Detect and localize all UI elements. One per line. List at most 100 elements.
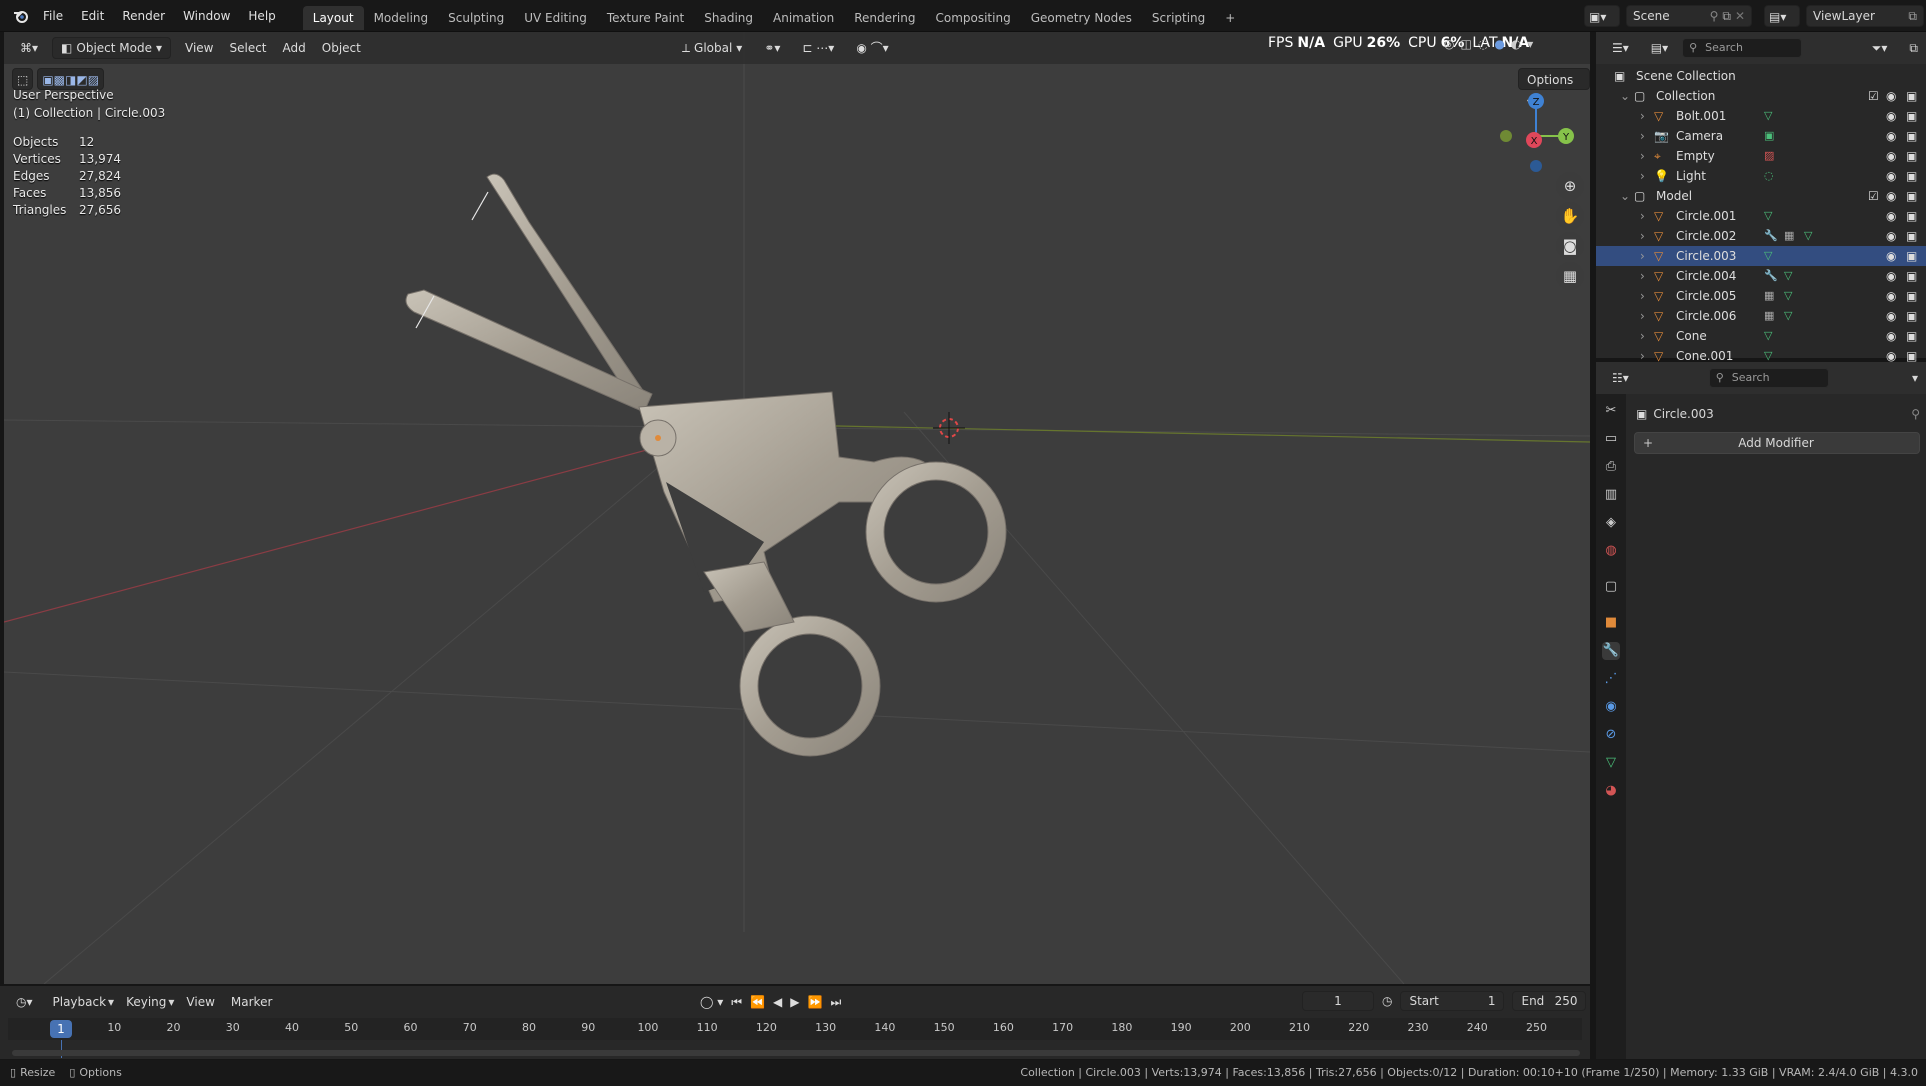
filter-icon[interactable]: ⏷▾ xyxy=(1864,37,1896,59)
3d-cursor[interactable] xyxy=(933,412,965,444)
expand-arrow-icon[interactable]: › xyxy=(1640,106,1645,126)
expand-arrow-icon[interactable]: › xyxy=(1640,166,1645,186)
eye-icon[interactable]: ◉ xyxy=(1886,286,1896,306)
particles-tab-icon[interactable]: ⋰ xyxy=(1602,670,1620,688)
eye-icon[interactable]: ◉ xyxy=(1886,126,1896,146)
workspace-tab-sculpting[interactable]: Sculpting xyxy=(438,6,514,30)
timeline-menu-marker[interactable]: Marker xyxy=(223,991,280,1013)
modifier-grid-icon[interactable]: ▦ xyxy=(1764,286,1774,306)
pivot-icon[interactable]: ⚭▾ xyxy=(756,37,788,59)
eye-icon[interactable]: ◉ xyxy=(1886,106,1896,126)
outliner-item[interactable]: › 📷 Camera ▣ ◉ ▣ xyxy=(1596,126,1926,146)
workspace-tab-compositing[interactable]: Compositing xyxy=(925,6,1020,30)
editor-type-icon[interactable]: ☷▾ xyxy=(1604,367,1637,389)
add-workspace-button[interactable]: + xyxy=(1215,6,1245,30)
image-icon[interactable]: ▨ xyxy=(1764,146,1774,166)
menu-render[interactable]: Render xyxy=(113,0,174,32)
expand-arrow-icon[interactable]: › xyxy=(1640,246,1645,266)
data-tab-icon[interactable]: ▽ xyxy=(1602,754,1620,772)
chevron-down-icon[interactable]: ▾ xyxy=(1527,37,1533,51)
modifier-grid-icon[interactable]: ▦ xyxy=(1784,226,1794,246)
scene-type-icon[interactable]: ▣▾ xyxy=(1584,5,1620,27)
timeline-ruler[interactable]: 10 20 30 40 50 60 70 80 90 100 110 120 130 140 150 160 1… xyxy=(8,1018,1582,1040)
expand-arrow-icon[interactable]: › xyxy=(1640,266,1645,286)
render-camera-icon[interactable]: ▣ xyxy=(1906,326,1917,346)
jump-keyframe-back-icon[interactable]: ⏪ xyxy=(750,995,765,1009)
expand-arrow-icon[interactable]: ⌄ xyxy=(1620,186,1630,206)
timeline-menu-keying[interactable]: Keying xyxy=(118,991,174,1013)
expand-arrow-icon[interactable]: › xyxy=(1640,306,1645,326)
render-camera-icon[interactable]: ▣ xyxy=(1906,106,1917,126)
mesh-data-icon[interactable]: ▽ xyxy=(1764,206,1772,226)
modifier-grid-icon[interactable]: ▦ xyxy=(1764,306,1774,326)
orientation-selector[interactable]: ⟂ Global ▾ xyxy=(674,37,750,59)
collection-tab-icon[interactable]: ▢ xyxy=(1602,578,1620,596)
render-camera-icon[interactable]: ▣ xyxy=(1906,266,1917,286)
render-camera-icon[interactable]: ▣ xyxy=(1906,246,1917,266)
outliner-item[interactable]: › ⌖ Empty ▨ ◉ ▣ xyxy=(1596,146,1926,166)
outliner-item[interactable]: › ▽ Circle.005 ▦ ▽ ◉ ▣ xyxy=(1596,286,1926,306)
end-frame-field[interactable]: End 250 xyxy=(1512,991,1587,1011)
menu-edit[interactable]: Edit xyxy=(72,0,113,32)
expand-arrow-icon[interactable]: › xyxy=(1640,146,1645,166)
expand-arrow-icon[interactable]: › xyxy=(1640,126,1645,146)
physics-tab-icon[interactable]: ◉ xyxy=(1602,698,1620,716)
snap-icon[interactable]: ⊏ ⋯▾ xyxy=(794,37,842,59)
eye-icon[interactable]: ◉ xyxy=(1886,206,1896,226)
eye-icon[interactable]: ◉ xyxy=(1886,306,1896,326)
scene-tab-icon[interactable]: ◈ xyxy=(1602,514,1620,532)
blender-logo-icon[interactable] xyxy=(8,0,34,32)
mode-selector[interactable]: ◧ Object Mode ▾ xyxy=(52,37,171,59)
camera-data-icon[interactable]: ▣ xyxy=(1764,126,1774,146)
mesh-data-icon[interactable]: ▽ xyxy=(1764,106,1772,126)
output-tab-icon[interactable]: ⎙ xyxy=(1602,458,1620,476)
wrench-icon[interactable]: 🔧 xyxy=(1764,226,1778,246)
render-camera-icon[interactable]: ▣ xyxy=(1906,226,1917,246)
expand-arrow-icon[interactable]: › xyxy=(1640,226,1645,246)
render-camera-icon[interactable]: ▣ xyxy=(1906,146,1917,166)
eye-icon[interactable]: ◉ xyxy=(1886,266,1896,286)
outliner-item[interactable]: › ▽ Circle.001 ▽ ◉ ▣ xyxy=(1596,206,1926,226)
checkbox-icon[interactable]: ☑ xyxy=(1868,86,1879,106)
outliner-item[interactable]: › ▽ Circle.003 ▽ ◉ ▣ xyxy=(1596,246,1926,266)
mesh-data-icon[interactable]: ▽ xyxy=(1804,226,1812,246)
xray-icon[interactable]: ◫ xyxy=(1460,37,1471,51)
light-data-icon[interactable]: ◌ xyxy=(1764,166,1774,186)
close-icon[interactable]: ✕ xyxy=(1735,9,1745,23)
zoom-icon[interactable]: ⊕ xyxy=(1556,172,1584,200)
render-camera-icon[interactable]: ▣ xyxy=(1906,286,1917,306)
menu-file[interactable]: File xyxy=(34,0,72,32)
start-frame-field[interactable]: Start 1 xyxy=(1400,991,1505,1011)
jump-start-icon[interactable]: ⏮ xyxy=(731,995,742,1010)
expand-arrow-icon[interactable]: › xyxy=(1640,286,1645,306)
add-modifier-button[interactable]: + Add Modifier xyxy=(1634,432,1920,454)
select-box-icon[interactable]: ⬚ xyxy=(12,68,34,90)
timeline-menu-playback[interactable]: Playback xyxy=(45,991,115,1013)
collection-row[interactable]: ⌄ ▢ Model ☑ ◉ ▣ xyxy=(1596,186,1926,206)
playhead-marker[interactable]: 1 xyxy=(50,1020,72,1038)
view-layer-type-icon[interactable]: ▤▾ xyxy=(1764,5,1800,27)
new-collection-icon[interactable]: ⧉ xyxy=(1901,37,1926,59)
solid-shading-icon[interactable]: ● xyxy=(1494,37,1504,51)
play-icon[interactable]: ▶ xyxy=(790,995,799,1009)
render-camera-icon[interactable]: ▣ xyxy=(1906,166,1917,186)
editor-type-icon[interactable]: ⌘▾ xyxy=(12,37,46,59)
tool-tab-icon[interactable]: ✂ xyxy=(1602,402,1620,420)
wrench-icon[interactable]: 🔧 xyxy=(1764,266,1778,286)
scene-selector[interactable]: Scene ⚲ ⧉ ✕ xyxy=(1626,5,1752,27)
selection-mode-icons[interactable]: ▣▩◨◩▨ xyxy=(37,68,105,90)
checkbox-icon[interactable]: ☑ xyxy=(1868,186,1879,206)
outliner-item[interactable]: › 💡 Light ◌ ◉ ▣ xyxy=(1596,166,1926,186)
scissors-model[interactable] xyxy=(405,173,1007,757)
eye-icon[interactable]: ◉ xyxy=(1886,86,1896,106)
render-tab-icon[interactable]: ▭ xyxy=(1602,430,1620,448)
mesh-data-icon[interactable]: ▽ xyxy=(1764,326,1772,346)
workspace-tab-animation[interactable]: Animation xyxy=(763,6,844,30)
render-camera-icon[interactable]: ▣ xyxy=(1906,126,1917,146)
collection-row[interactable]: ⌄ ▢ Collection ☑ ◉ ▣ xyxy=(1596,86,1926,106)
expand-arrow-icon[interactable]: ⌄ xyxy=(1620,86,1630,106)
outliner-item[interactable]: › ▽ Circle.004 🔧 ▽ ◉ ▣ xyxy=(1596,266,1926,286)
empty-object[interactable] xyxy=(471,191,489,221)
outliner-item[interactable]: › ▽ Bolt.001 ▽ ◉ ▣ xyxy=(1596,106,1926,126)
jump-keyframe-forward-icon[interactable]: ⏩ xyxy=(808,995,823,1009)
